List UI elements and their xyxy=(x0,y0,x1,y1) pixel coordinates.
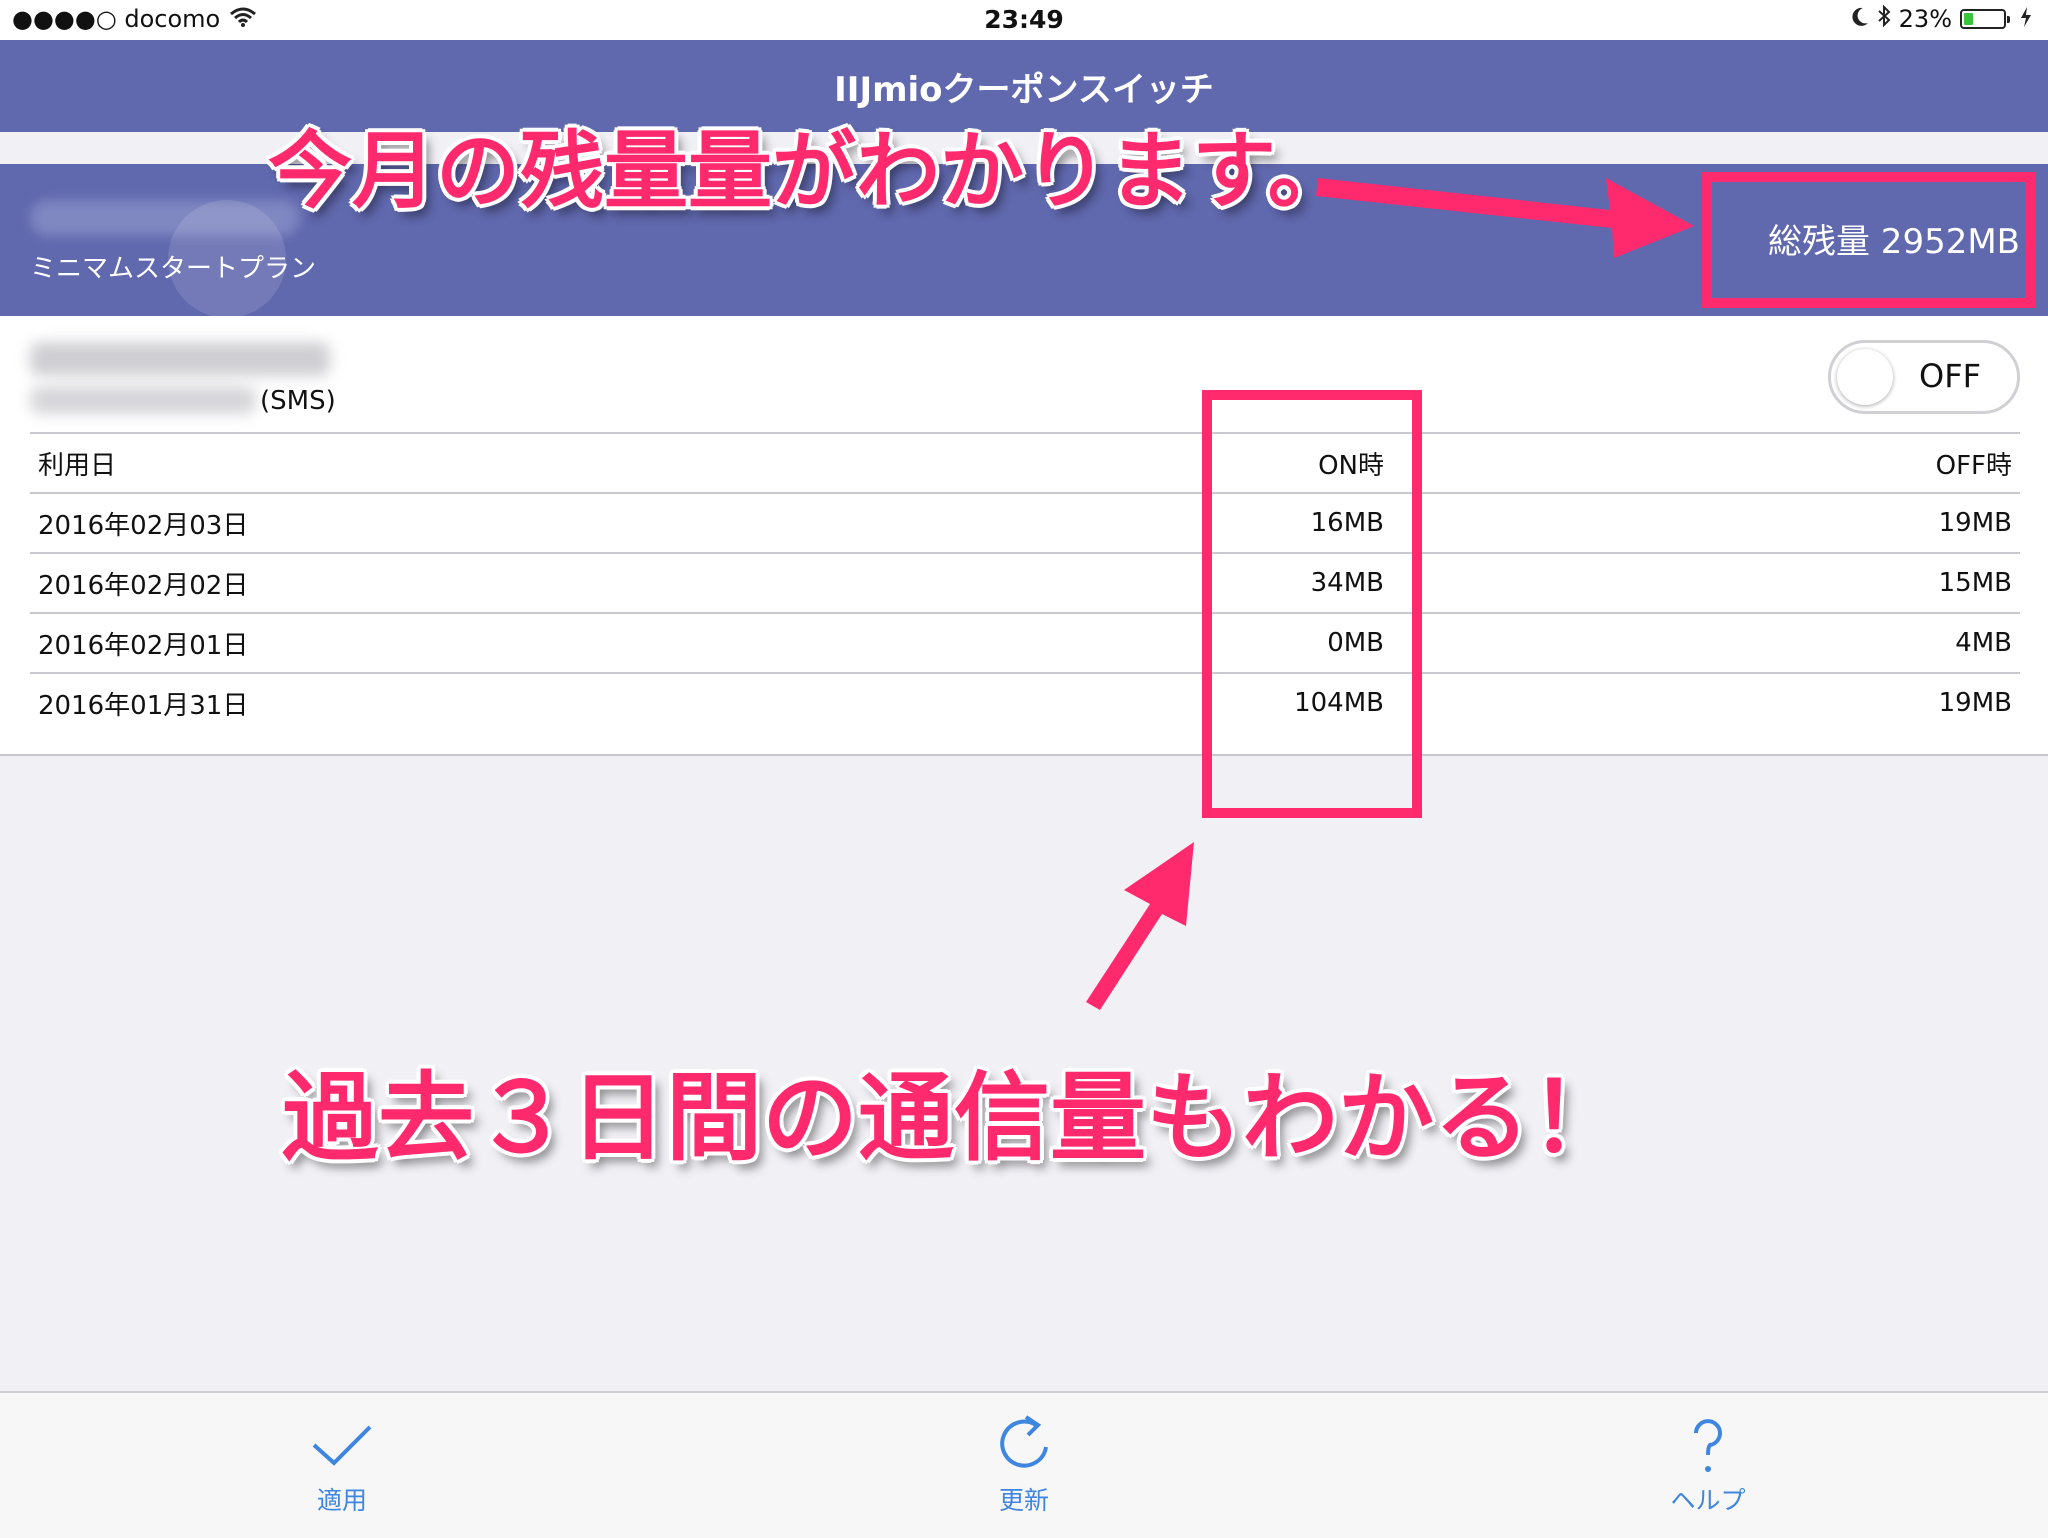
table-row: 2016年02月03日 16MB 19MB xyxy=(30,492,2020,553)
cell-off: 19MB xyxy=(1392,492,2020,553)
checkmark-icon xyxy=(262,1413,422,1477)
annotation-box-total xyxy=(1702,172,2036,308)
cell-date: 2016年02月02日 xyxy=(30,552,1046,613)
header-off: OFF時 xyxy=(1392,432,2020,493)
battery-fill xyxy=(1964,13,1973,25)
table-row: 2016年01月31日 104MB 19MB xyxy=(30,672,2020,732)
annotation-history-note: 過去３日間の通信量もわかる！ xyxy=(282,1062,1626,1174)
table-row: 2016年02月02日 34MB 15MB xyxy=(30,552,2020,613)
toggle-label: OFF xyxy=(1919,357,1981,395)
annotation-arrow-up xyxy=(1086,842,1194,1010)
cell-off: 15MB xyxy=(1392,552,2020,613)
tab-help[interactable]: ヘルプ xyxy=(1628,1413,1788,1517)
table-row: 2016年02月01日 0MB 4MB xyxy=(30,612,2020,673)
question-icon xyxy=(1628,1413,1788,1477)
tab-apply-label: 適用 xyxy=(316,1486,367,1515)
usage-table: 利用日 ON時 OFF時 2016年02月03日 16MB 19MB 2016年… xyxy=(30,432,2020,732)
sim-type-label: (SMS) xyxy=(260,386,336,416)
bluetooth-icon xyxy=(1877,4,1891,33)
cell-date: 2016年02月01日 xyxy=(30,612,1046,673)
table-header-row: 利用日 ON時 OFF時 xyxy=(30,432,2020,493)
header-date: 利用日 xyxy=(30,432,1046,493)
redacted-phone-number xyxy=(30,342,330,376)
tab-refresh-label: 更新 xyxy=(998,1486,1049,1515)
cell-date: 2016年02月03日 xyxy=(30,492,1046,553)
tab-help-label: ヘルプ xyxy=(1670,1486,1746,1515)
moon-icon xyxy=(1851,5,1869,33)
annotation-box-on-column xyxy=(1202,390,1422,818)
annotation-remaining-note: 今月の残量量がわかります。 xyxy=(268,122,1352,220)
cell-date: 2016年01月31日 xyxy=(30,672,1046,732)
charging-icon xyxy=(2020,5,2032,33)
refresh-icon xyxy=(944,1413,1104,1477)
battery-icon xyxy=(1960,9,2010,29)
status-right: 23% xyxy=(1851,4,2032,33)
coupon-toggle[interactable]: OFF xyxy=(1828,340,2020,414)
battery-percent: 23% xyxy=(1898,5,1952,33)
redacted-sim-id xyxy=(30,386,256,414)
toggle-knob[interactable] xyxy=(1837,349,1893,405)
tab-bar: 適用 更新 ヘルプ xyxy=(0,1391,2048,1538)
status-bar: ●●●●○ docomo 23:49 23% xyxy=(0,0,2048,40)
sim-usage-card: (SMS) OFF 利用日 ON時 OFF時 2016年02月03日 16MB … xyxy=(0,316,2048,756)
tab-refresh[interactable]: 更新 xyxy=(944,1413,1104,1517)
cell-off: 19MB xyxy=(1392,672,2020,732)
status-time: 23:49 xyxy=(984,5,1064,34)
cell-off: 4MB xyxy=(1392,612,2020,673)
tab-apply[interactable]: 適用 xyxy=(262,1413,422,1517)
